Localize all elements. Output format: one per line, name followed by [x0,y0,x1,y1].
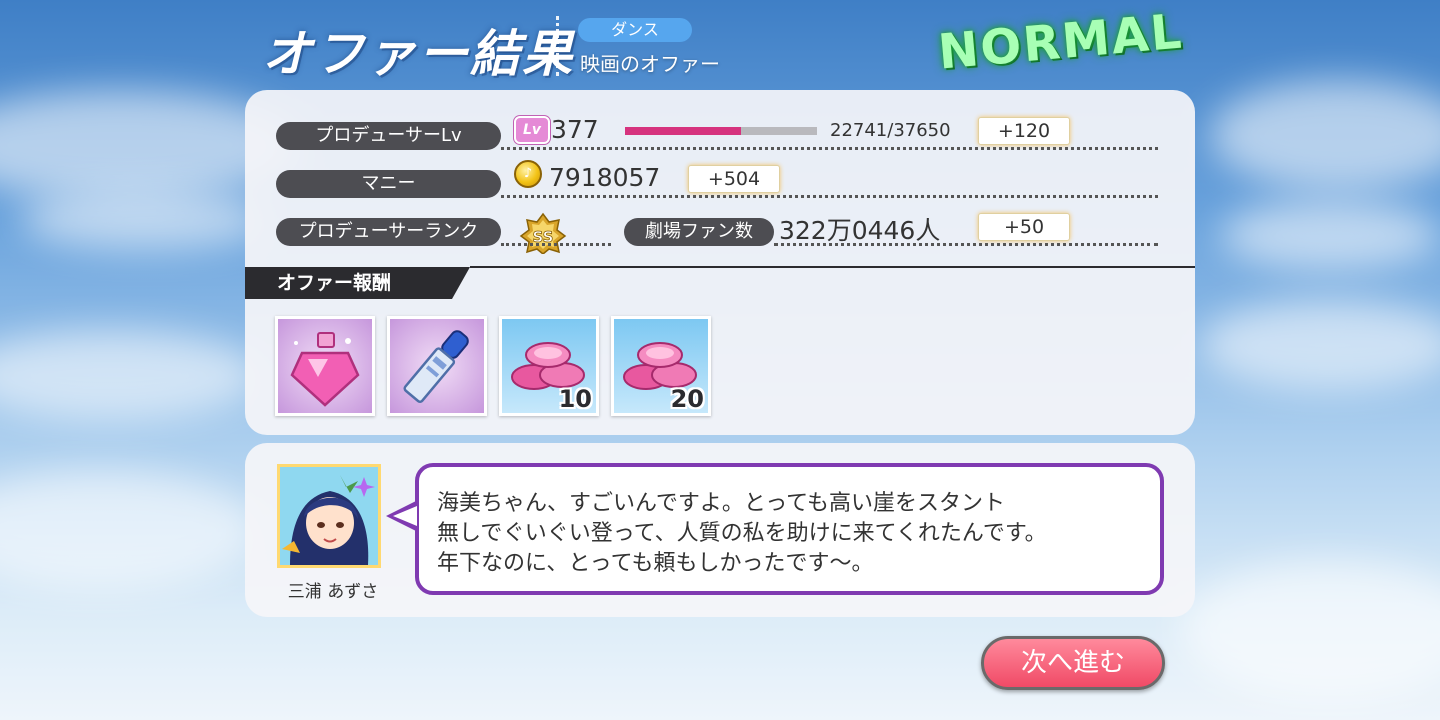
difficulty-label: NORMAL [936,3,1186,81]
producer-lv-label: プロデューサーLv [276,122,501,150]
row-divider [501,195,1158,198]
idol-avatar-icon [280,467,378,565]
row-divider [774,243,1158,246]
level-badge-icon: Lv [514,116,550,144]
money-coin-icon: ♪ [514,160,542,188]
xp-progress-text: 22741/37650 [830,120,951,141]
reward-count: 20 [670,385,704,413]
cloud [0,330,260,420]
next-button[interactable]: 次へ進む [981,636,1165,690]
theater-fans-value: 322万0446人 [779,216,941,245]
lipstick-icon [403,330,469,403]
page-title: オファー結果 [262,25,574,83]
title-separator [556,16,559,76]
speaker-name: 三浦 あずさ [287,582,379,602]
money-label: マニー [276,170,501,198]
cloud [1210,80,1440,190]
offer-name: 映画のオファー [580,52,720,76]
dialog-line: 海美ちゃん、すごいんですよ。とっても高い崖をスタント [437,491,1006,516]
xp-gain: +120 [978,117,1070,145]
dialog-line: 無しでぐいぐい登って、人質の私を助けに来てくれたんです。 [437,521,1047,546]
reward-count: 10 [558,385,592,413]
reward-item[interactable] [387,316,487,416]
producer-rank-label: プロデューサーランク [276,218,501,246]
cloud [0,470,260,590]
row-divider [501,147,1158,150]
cloud [1200,300,1440,390]
rank-medal-icon: SS [518,212,568,255]
producer-level-value: 377 [551,115,599,144]
reward-header: オファー報酬 [245,267,470,299]
theater-fans-gain: +50 [978,213,1070,241]
cloud [1220,200,1440,270]
reward-item[interactable] [275,316,375,416]
cloud [20,190,270,250]
cloud [1180,560,1440,700]
xp-progress-bar [625,127,817,135]
row-divider [501,243,611,246]
money-value: 7918057 [549,163,661,192]
idol-portrait[interactable] [277,464,381,568]
theater-fans-label: 劇場ファン数 [624,218,774,246]
speech-bubble-tail-inner [393,506,417,526]
reward-divider [470,266,1195,268]
reward-item[interactable]: 10 [499,316,599,416]
reward-item[interactable]: 20 [611,316,711,416]
dialog-line: 年下なのに、とっても頼もしかったです～。 [437,551,874,576]
xp-progress-fill [625,127,741,135]
category-badge: ダンス [578,18,692,42]
perfume-bottle-icon [290,332,360,407]
money-gain: +504 [688,165,780,193]
